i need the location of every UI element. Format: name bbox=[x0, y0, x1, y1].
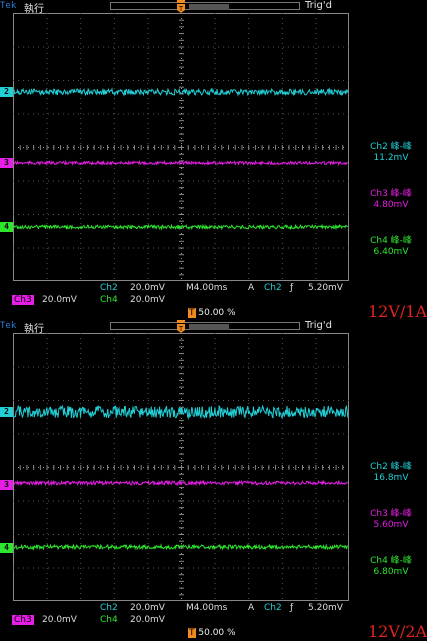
ch3-marker: 3 bbox=[0, 158, 13, 168]
trigger-position-icon: T bbox=[177, 320, 185, 333]
ch3-measurement: Ch3 峰-峰 5.60mV bbox=[370, 509, 412, 530]
waveform-graticule bbox=[13, 13, 349, 281]
scale-readout-row1: Ch2 20.0mV M4.00ms A Ch2 ƒ 5.20mV bbox=[100, 603, 343, 613]
waveform-graticule bbox=[13, 333, 349, 601]
ch3-measurement: Ch3 峰-峰 4.80mV bbox=[370, 189, 412, 210]
test-condition-label: 12V/1A bbox=[368, 302, 427, 321]
ch4-measurement: Ch4 峰-峰 6.80mV bbox=[370, 556, 412, 577]
ch2-marker: 2 bbox=[0, 407, 13, 417]
ch4-marker: 4 bbox=[0, 222, 13, 232]
svg-text:T: T bbox=[178, 5, 184, 13]
record-window bbox=[189, 324, 229, 330]
trigger-position-icon: T bbox=[177, 0, 185, 13]
trigger-position-readout: T 50.00 % bbox=[188, 628, 236, 638]
scope-panel-1: Tek 執行 Trig'd T 2 3 4 Ch2 峰-峰 11.2mV Ch3 … bbox=[0, 0, 427, 321]
test-condition-label: 12V/2A bbox=[368, 622, 427, 641]
ch2-trace bbox=[13, 87, 349, 97]
status-bar: Tek 執行 Trig'd bbox=[0, 320, 427, 335]
ch3-trace bbox=[13, 479, 349, 487]
scale-readout-row2: Ch3 20.0mV Ch4 20.0mV bbox=[12, 295, 165, 305]
brand-logo: Tek bbox=[0, 1, 17, 11]
record-view-bar bbox=[110, 322, 300, 330]
ch3-marker: 3 bbox=[0, 480, 13, 490]
trigger-status: Trig'd bbox=[305, 320, 332, 331]
ch4-trace bbox=[13, 223, 348, 231]
ch2-measurement: Ch2 峰-峰 16.8mV bbox=[370, 462, 412, 483]
ch3-trace bbox=[13, 159, 349, 167]
brand-logo: Tek bbox=[0, 321, 17, 331]
ch2-trace bbox=[13, 404, 349, 420]
ch4-marker: 4 bbox=[0, 543, 13, 553]
status-bar: Tek 執行 Trig'd bbox=[0, 0, 427, 15]
svg-text:T: T bbox=[178, 325, 184, 333]
ch4-measurement: Ch4 峰-峰 6.40mV bbox=[370, 236, 412, 257]
ch4-trace bbox=[13, 543, 349, 551]
record-view-bar bbox=[110, 2, 300, 10]
trigger-status: Trig'd bbox=[305, 0, 332, 11]
record-window bbox=[189, 4, 229, 10]
ch2-measurement: Ch2 峰-峰 11.2mV bbox=[370, 142, 412, 163]
trigger-position-readout: T 50.00 % bbox=[188, 308, 236, 318]
scale-readout-row2: Ch3 20.0mV Ch4 20.0mV bbox=[12, 615, 165, 625]
ch2-marker: 2 bbox=[0, 87, 13, 97]
scope-panel-2: Tek 執行 Trig'd T 2 3 4 Ch2 峰-峰 16.8mV Ch3 … bbox=[0, 320, 427, 641]
scale-readout-row1: Ch2 20.0mV M4.00ms A Ch2 ƒ 5.20mV bbox=[100, 283, 343, 293]
